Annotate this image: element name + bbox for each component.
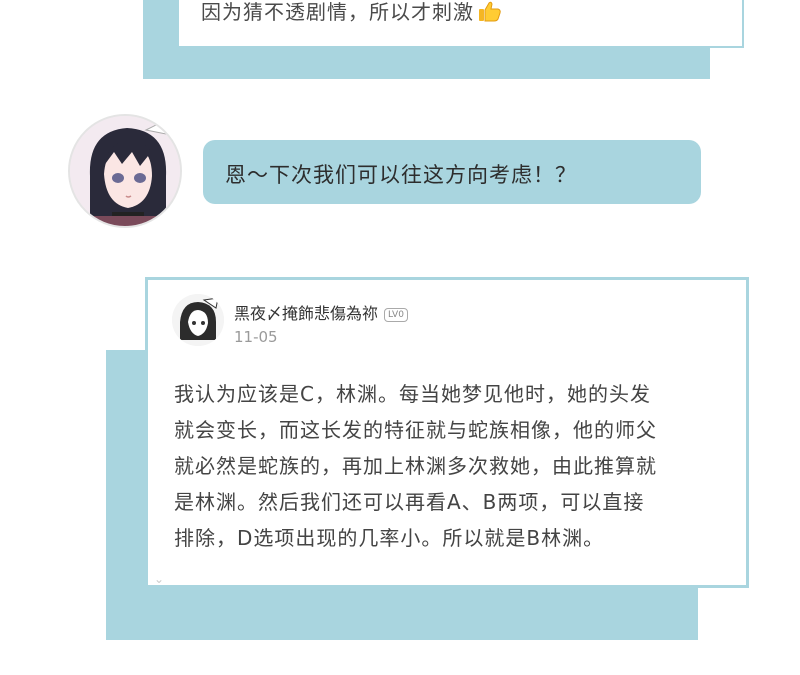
avatar <box>68 114 182 228</box>
top-comment-text-content: 因为猜不透剧情，所以才刺激 <box>201 0 474 24</box>
comment-card: 黑夜〆掩飾悲傷為祢 LV0 11-05 我认为应该是C，林渊。每当她梦见他时，她的… <box>145 277 749 588</box>
comment-line: 是林渊。然后我们还可以再看A、B两项，可以直接 <box>174 490 645 514</box>
user-avatar[interactable] <box>172 294 224 346</box>
reply-bubble: 恩～下次我们可以往这方向考虑！？ <box>203 140 701 204</box>
username-text: 黑夜〆掩飾悲傷為祢 <box>234 304 379 323</box>
comment-line: 就会变长，而这长发的特征就与蛇族相像，他的师父 <box>174 418 657 442</box>
level-badge: LV0 <box>384 308 408 322</box>
thumbs-up-icon <box>479 1 501 22</box>
comment-date: 11-05 <box>234 328 278 346</box>
reply-text: 恩～下次我们可以往这方向考虑！？ <box>225 163 577 187</box>
comment-body: 我认为应该是C，林渊。每当她梦见他时，她的头发 就会变长，而这长发的特征就与蛇族… <box>174 376 730 556</box>
username[interactable]: 黑夜〆掩飾悲傷為祢 LV0 <box>234 300 408 324</box>
comment-line: 排除，D选项出现的几率小。所以就是B林渊。 <box>174 526 605 550</box>
anime-avatar-icon <box>70 116 180 226</box>
chevron-down-icon: ⌄ <box>154 572 165 586</box>
user-avatar-icon <box>172 294 224 346</box>
comment-line: 我认为应该是C，林渊。每当她梦见他时，她的头发 <box>174 382 651 406</box>
top-comment-text: 因为猜不透剧情，所以才刺激 <box>201 0 502 25</box>
comment-line: 就必然是蛇族的，再加上林渊多次救她，由此推算就 <box>174 454 657 478</box>
top-comment-card: 因为猜不透剧情，所以才刺激 <box>177 0 744 48</box>
